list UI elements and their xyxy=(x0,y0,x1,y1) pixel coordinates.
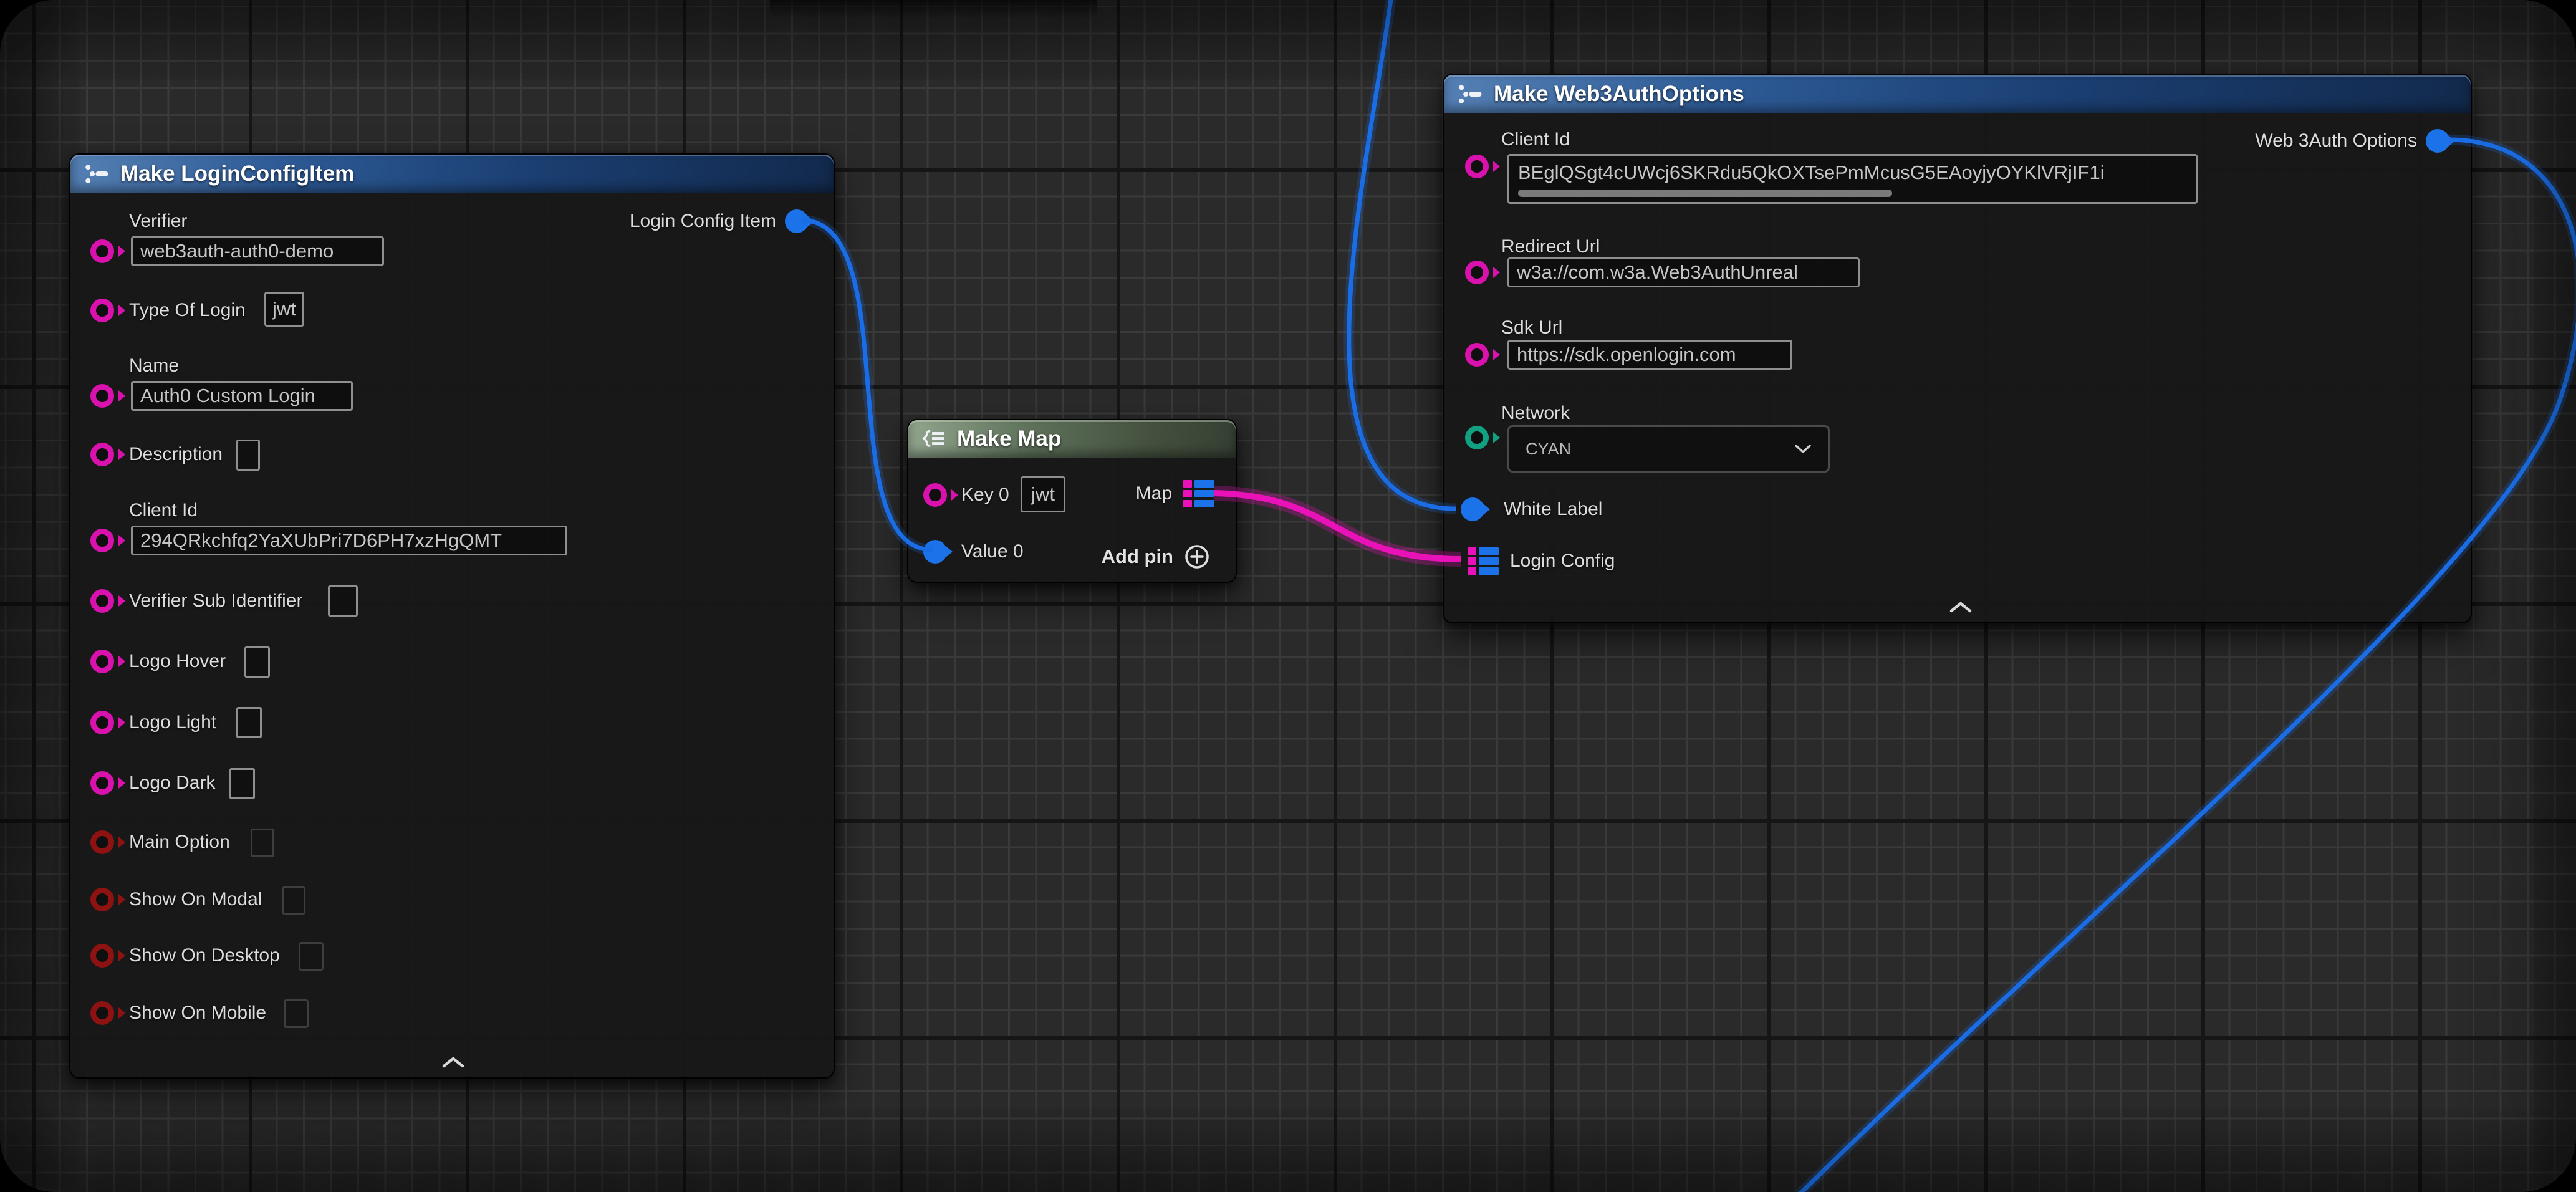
verifier-label: Verifier xyxy=(129,211,187,232)
node-make-loginconfigitem[interactable]: Make LoginConfigItem Login Config Item V… xyxy=(69,153,835,1079)
logo-hover-pin[interactable] xyxy=(90,650,114,673)
logo-hover-input[interactable] xyxy=(244,646,270,678)
sdk-url-label: Sdk Url xyxy=(1501,317,1562,339)
wire-top-to-whitelabel-glow xyxy=(1349,0,1456,509)
window-frame: Make LoginConfigItem Login Config Item V… xyxy=(0,0,2576,1192)
key-0-label: Key 0 xyxy=(961,484,1009,506)
description-pin[interactable] xyxy=(90,443,114,466)
network-pin[interactable] xyxy=(1465,426,1489,449)
logo-light-input[interactable] xyxy=(236,707,262,738)
show-on-desktop-pin[interactable] xyxy=(90,944,114,968)
verifier-input[interactable]: web3auth-auth0-demo xyxy=(131,236,384,266)
node-header[interactable]: Make Web3AuthOptions xyxy=(1444,75,2471,113)
map-output-pin-icon[interactable] xyxy=(1183,480,1214,507)
collapse-chevron-icon[interactable] xyxy=(442,1057,464,1068)
node-title: Make LoginConfigItem xyxy=(120,161,354,186)
node-make-map[interactable]: Make Map Key 0 jwt Map Value 0 Add pin xyxy=(907,419,1237,583)
add-pin-plus-icon[interactable] xyxy=(1183,543,1211,570)
make-map-icon xyxy=(922,430,946,448)
client-id-input[interactable]: 294QRkchfq2YaXUbPri7D6PH7xzHgQMT xyxy=(131,526,567,555)
redirect-url-label: Redirect Url xyxy=(1501,236,1600,257)
node-title: Make Map xyxy=(957,426,1061,451)
type-of-login-input[interactable]: jwt xyxy=(264,292,304,327)
collapse-chevron-icon[interactable] xyxy=(1949,602,1972,613)
wire-top-to-whitelabel xyxy=(1349,0,1456,509)
add-pin-label: Add pin xyxy=(1102,546,1173,568)
chevron-down-icon xyxy=(1794,444,1812,454)
main-option-pin[interactable] xyxy=(90,830,114,854)
web3auth-options-output-pin[interactable] xyxy=(2426,129,2449,153)
output-pin-label: Web 3Auth Options xyxy=(2255,130,2417,151)
description-input[interactable] xyxy=(236,440,260,471)
client-id-label: Client Id xyxy=(129,500,198,521)
map-output-label: Map xyxy=(1136,483,1172,504)
client-id-pin[interactable] xyxy=(1465,155,1489,178)
sdk-url-input[interactable]: https://sdk.openlogin.com xyxy=(1507,340,1792,370)
offscreen-node-shadow xyxy=(770,0,1097,19)
client-id-label: Client Id xyxy=(1501,129,1570,150)
show-on-desktop-checkbox[interactable] xyxy=(299,942,324,971)
logo-dark-pin[interactable] xyxy=(90,771,114,795)
description-label: Description xyxy=(129,444,223,465)
name-input[interactable]: Auth0 Custom Login xyxy=(131,381,353,411)
login-config-label: Login Config xyxy=(1510,550,1615,572)
show-on-modal-checkbox[interactable] xyxy=(282,886,305,915)
redirect-url-pin[interactable] xyxy=(1465,261,1489,284)
wire-map-to-loginconfig xyxy=(1214,493,1461,559)
logo-dark-input[interactable] xyxy=(229,768,255,799)
show-on-desktop-label: Show On Desktop xyxy=(129,945,280,966)
value-0-label: Value 0 xyxy=(961,541,1024,562)
output-pin-label: Login Config Item xyxy=(630,211,776,232)
client-id-value: BEglQSgt4cUWcj6SKRdu5QkOXTsePmMcusG5EAoy… xyxy=(1518,161,2105,185)
node-header[interactable]: Make Map xyxy=(908,420,1236,458)
make-struct-icon xyxy=(84,163,109,185)
show-on-mobile-checkbox[interactable] xyxy=(284,999,309,1028)
add-pin-action[interactable]: Add pin xyxy=(1102,543,1211,570)
wire-map-to-loginconfig-glow xyxy=(1214,493,1461,559)
redirect-url-input[interactable]: w3a://com.w3a.Web3AuthUnreal xyxy=(1507,257,1860,287)
type-of-login-label: Type Of Login xyxy=(129,300,246,321)
sdk-url-pin[interactable] xyxy=(1465,343,1489,367)
logo-light-label: Logo Light xyxy=(129,712,216,733)
show-on-modal-label: Show On Modal xyxy=(129,889,262,910)
white-label-pin[interactable] xyxy=(1461,497,1484,521)
blueprint-graph-canvas[interactable]: Make LoginConfigItem Login Config Item V… xyxy=(0,0,2576,1192)
key-0-input[interactable]: jwt xyxy=(1021,476,1065,512)
name-label: Name xyxy=(129,355,179,377)
name-pin[interactable] xyxy=(90,384,114,408)
main-option-label: Main Option xyxy=(129,832,230,853)
show-on-mobile-pin[interactable] xyxy=(90,1001,114,1025)
white-label-label: White Label xyxy=(1504,499,1602,520)
output-login-config-item: Login Config Item xyxy=(630,208,817,234)
verifier-sub-identifier-pin[interactable] xyxy=(90,589,114,613)
node-make-web3authoptions[interactable]: Make Web3AuthOptions Web 3Auth Options C… xyxy=(1443,74,2472,623)
type-of-login-pin[interactable] xyxy=(90,299,114,322)
verifier-sub-identifier-label: Verifier Sub Identifier xyxy=(129,590,302,612)
show-on-modal-pin[interactable] xyxy=(90,888,114,911)
network-label: Network xyxy=(1501,403,1570,424)
client-id-input[interactable]: BEglQSgt4cUWcj6SKRdu5QkOXTsePmMcusG5EAoy… xyxy=(1507,154,2198,204)
logo-light-pin[interactable] xyxy=(90,711,114,734)
node-title: Make Web3AuthOptions xyxy=(1494,82,1744,107)
node-header[interactable]: Make LoginConfigItem xyxy=(70,155,834,193)
client-id-pin[interactable] xyxy=(90,529,114,552)
network-selected-value: CYAN xyxy=(1526,440,1571,459)
login-config-pin-icon[interactable] xyxy=(1468,547,1499,575)
network-dropdown[interactable]: CYAN xyxy=(1507,425,1830,473)
client-id-scrollbar[interactable] xyxy=(1518,190,1892,197)
logo-hover-label: Logo Hover xyxy=(129,651,226,672)
output-web3auth-options: Web 3Auth Options xyxy=(2255,128,2458,154)
make-struct-icon xyxy=(1458,84,1483,105)
key-0-pin[interactable] xyxy=(923,483,947,507)
show-on-mobile-label: Show On Mobile xyxy=(129,1002,266,1024)
logo-dark-label: Logo Dark xyxy=(129,772,215,794)
verifier-pin[interactable] xyxy=(90,239,114,263)
value-0-pin[interactable] xyxy=(923,540,947,564)
main-option-checkbox[interactable] xyxy=(251,829,274,857)
login-config-item-output-pin[interactable] xyxy=(785,209,809,233)
map-output: Map xyxy=(1136,480,1214,507)
verifier-sub-identifier-input[interactable] xyxy=(328,585,358,617)
